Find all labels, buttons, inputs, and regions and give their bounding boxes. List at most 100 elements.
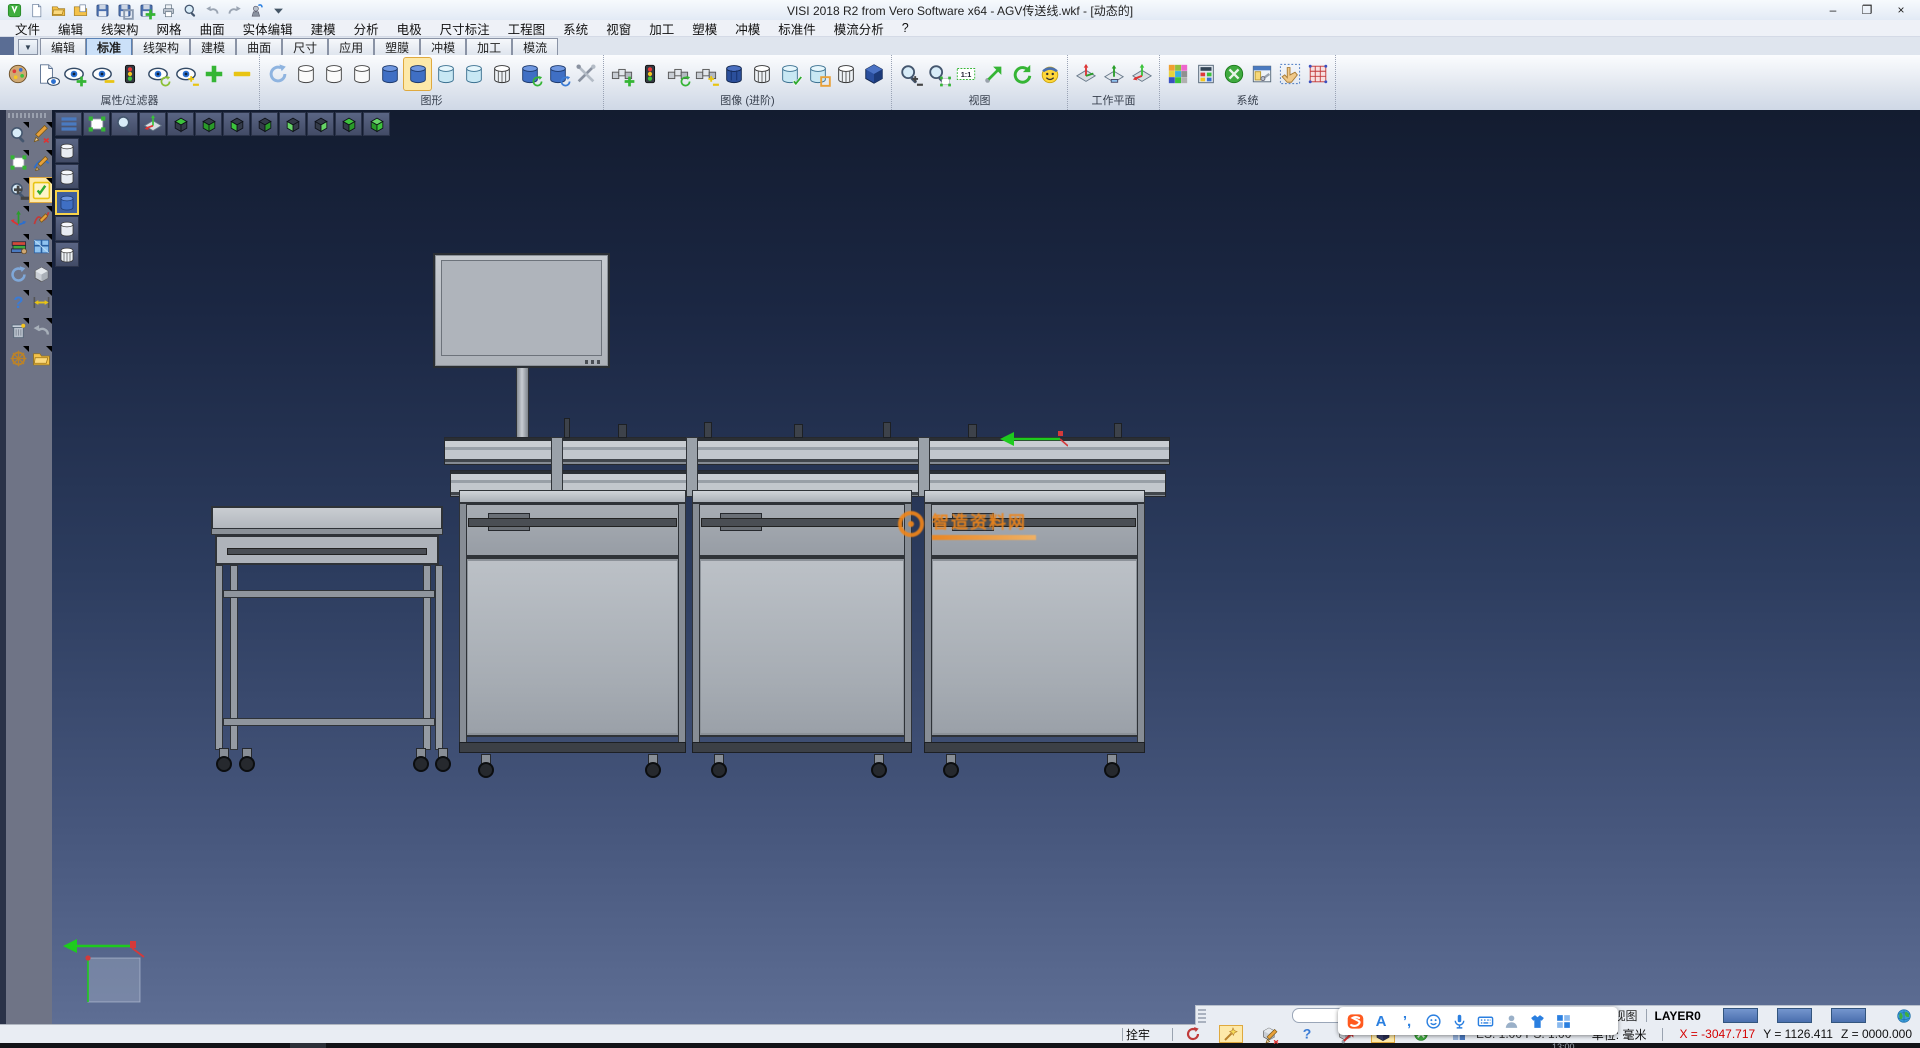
measure-distance-button[interactable] bbox=[30, 290, 52, 314]
grid-settings-button[interactable] bbox=[1304, 58, 1331, 90]
adv-traffic-light-button[interactable] bbox=[636, 58, 663, 90]
viewport-menu-button[interactable] bbox=[55, 112, 82, 136]
view-right-button[interactable] bbox=[307, 112, 334, 136]
regenerate-button[interactable] bbox=[7, 262, 29, 286]
zoom-toggle-button[interactable] bbox=[7, 178, 29, 202]
maximize-button[interactable]: ❐ bbox=[1850, 0, 1884, 19]
globe-icon[interactable] bbox=[1896, 1008, 1912, 1024]
menu-item-15[interactable]: 塑模 bbox=[683, 19, 726, 38]
tab-6[interactable]: 尺寸 bbox=[282, 38, 328, 55]
open-file-button[interactable] bbox=[48, 1, 68, 19]
workplane-iso-button[interactable] bbox=[1072, 58, 1099, 90]
tab-11[interactable]: 模流 bbox=[512, 38, 558, 55]
ime-toolbox-button[interactable] bbox=[1550, 1009, 1576, 1033]
tab-9[interactable]: 冲模 bbox=[420, 38, 466, 55]
adv-select-add-button[interactable] bbox=[608, 58, 635, 90]
graphics-settings-button[interactable] bbox=[572, 58, 599, 90]
menu-item-11[interactable]: 工程图 bbox=[499, 19, 555, 38]
save-as-button[interactable] bbox=[114, 1, 134, 19]
ime-microphone-button[interactable] bbox=[1446, 1009, 1472, 1033]
visibility-toggle-button[interactable] bbox=[172, 58, 199, 90]
edit-sketch-button[interactable] bbox=[30, 122, 52, 146]
layer-box-1-button[interactable] bbox=[292, 58, 319, 90]
select-window-button[interactable] bbox=[7, 150, 29, 174]
view-back-button[interactable] bbox=[251, 112, 278, 136]
draw-curve-button[interactable] bbox=[30, 150, 52, 174]
filter-add-button[interactable] bbox=[200, 58, 227, 90]
ime-punctuation-button[interactable]: ’, bbox=[1394, 1009, 1420, 1033]
menu-item-18[interactable]: 模流分析 bbox=[825, 19, 893, 38]
menu-item-8[interactable]: 分析 bbox=[345, 19, 388, 38]
ime-skin-button[interactable] bbox=[1524, 1009, 1550, 1033]
ime-keyboard-button[interactable] bbox=[1472, 1009, 1498, 1033]
status-help-button[interactable] bbox=[1296, 1026, 1318, 1042]
filter-remove-button[interactable] bbox=[228, 58, 255, 90]
filter-document-button[interactable] bbox=[32, 58, 59, 90]
layer-box-3-button[interactable] bbox=[348, 58, 375, 90]
undo-action-button[interactable] bbox=[30, 318, 52, 342]
status-edit-box-button[interactable] bbox=[1258, 1026, 1280, 1042]
tab-7[interactable]: 应用 bbox=[328, 38, 374, 55]
layer-bar[interactable] bbox=[1831, 1008, 1866, 1023]
tab-8[interactable]: 塑膜 bbox=[374, 38, 420, 55]
adv-toggle-button[interactable] bbox=[692, 58, 719, 90]
view-front-button[interactable] bbox=[223, 112, 250, 136]
ime-emoji-button[interactable] bbox=[1420, 1009, 1446, 1033]
selection-settings-button[interactable] bbox=[1276, 58, 1303, 90]
new-document-button[interactable] bbox=[26, 1, 46, 19]
ime-person-button[interactable] bbox=[1498, 1009, 1524, 1033]
tab-10[interactable]: 加工 bbox=[466, 38, 512, 55]
print-button[interactable] bbox=[158, 1, 178, 19]
adv-solid-striped-button[interactable] bbox=[748, 58, 775, 90]
zoom-1-1-button[interactable] bbox=[952, 58, 979, 90]
menu-item-16[interactable]: 冲模 bbox=[726, 19, 769, 38]
menu-item-1[interactable]: 文件 bbox=[6, 19, 49, 38]
vp-layer-1-button[interactable] bbox=[55, 138, 79, 163]
macro-stamp-button[interactable] bbox=[246, 1, 266, 19]
navigation-wheel-button[interactable] bbox=[7, 346, 29, 370]
layer-box-pale-button[interactable] bbox=[460, 58, 487, 90]
layer-transfer-button[interactable] bbox=[544, 58, 571, 90]
status-panel-grip[interactable] bbox=[1198, 1009, 1206, 1023]
save-button[interactable] bbox=[92, 1, 112, 19]
minimize-button[interactable]: – bbox=[1816, 0, 1850, 19]
undo-button[interactable] bbox=[202, 1, 222, 19]
solid-view-button[interactable] bbox=[30, 262, 52, 286]
menu-item-5[interactable]: 曲面 bbox=[191, 19, 234, 38]
adv-solid-dark-button[interactable] bbox=[720, 58, 747, 90]
workplane-set-button[interactable] bbox=[1100, 58, 1127, 90]
viewport-fit-button[interactable] bbox=[83, 112, 110, 136]
adv-validate-button[interactable] bbox=[776, 58, 803, 90]
zoom-extents-button[interactable] bbox=[980, 58, 1007, 90]
confirm-check-button[interactable] bbox=[30, 178, 52, 202]
adv-regenerate-button[interactable] bbox=[664, 58, 691, 90]
menu-item-9[interactable]: 电极 bbox=[388, 19, 431, 38]
attribute-books-button[interactable] bbox=[7, 234, 29, 258]
tab-4[interactable]: 建模 bbox=[190, 38, 236, 55]
color-table-button[interactable] bbox=[1164, 58, 1191, 90]
layer-bar[interactable] bbox=[1723, 1008, 1758, 1023]
window-settings-button[interactable] bbox=[1248, 58, 1275, 90]
tab-1[interactable]: 编辑 bbox=[40, 38, 86, 55]
snap-lock-label[interactable]: 拴牢 bbox=[1126, 1025, 1150, 1043]
menu-item-6[interactable]: 实体编辑 bbox=[234, 19, 302, 38]
menu-item-14[interactable]: 加工 bbox=[640, 19, 683, 38]
visibility-remove-button[interactable] bbox=[88, 58, 115, 90]
active-layer-label[interactable]: LAYER0 bbox=[1655, 1009, 1701, 1023]
menu-item-13[interactable]: 视窗 bbox=[597, 19, 640, 38]
menu-item-10[interactable]: 尺寸标注 bbox=[431, 19, 499, 38]
tab-dropdown-button[interactable]: ▼ bbox=[18, 39, 38, 55]
tab-5[interactable]: 曲面 bbox=[236, 38, 282, 55]
zoom-in-out-button[interactable] bbox=[896, 58, 923, 90]
view-lens-button[interactable] bbox=[7, 122, 29, 146]
status-wand-button[interactable] bbox=[1220, 1026, 1242, 1042]
layer-box-blue-button[interactable] bbox=[376, 58, 403, 90]
view-smiley-button[interactable] bbox=[1036, 58, 1063, 90]
sogou-logo-button[interactable] bbox=[1342, 1009, 1368, 1033]
view-top-button[interactable] bbox=[167, 112, 194, 136]
layer-box-light-button[interactable] bbox=[432, 58, 459, 90]
visibility-add-button[interactable] bbox=[60, 58, 87, 90]
filter-traffic-light-button[interactable] bbox=[116, 58, 143, 90]
workplane-move-button[interactable] bbox=[7, 206, 29, 230]
layer-update-button[interactable] bbox=[516, 58, 543, 90]
